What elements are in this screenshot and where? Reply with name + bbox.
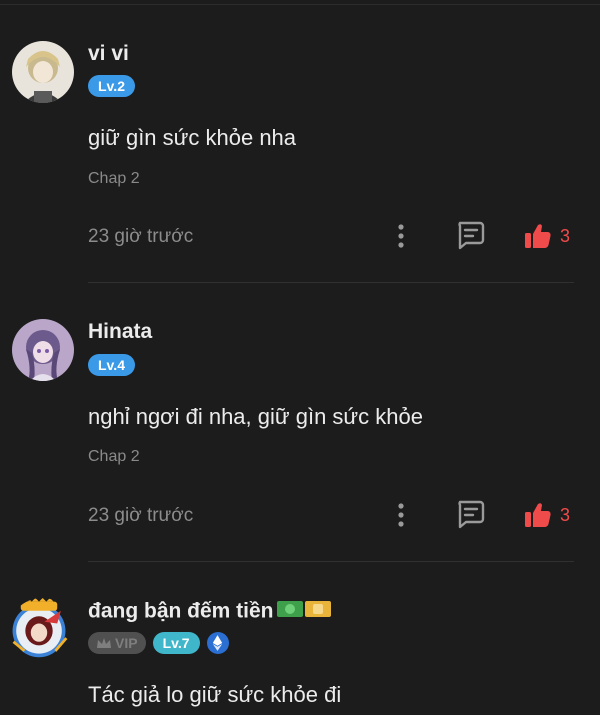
thumbs-up-icon	[525, 224, 551, 248]
chapter-link[interactable]: Chap 2	[88, 448, 140, 466]
badge-row: VIP Lv.7	[88, 632, 229, 654]
avatar[interactable]	[12, 41, 74, 103]
thumbs-up-icon	[525, 503, 551, 527]
username[interactable]: vi vi	[88, 42, 129, 66]
level-badge: Lv.2	[88, 75, 135, 97]
avatar[interactable]	[12, 319, 74, 381]
level-badge: Lv.7	[152, 632, 200, 654]
divider	[88, 282, 574, 283]
comment-text: giữ gìn sức khỏe nha	[88, 125, 297, 150]
timestamp: 23 giờ trước	[88, 226, 194, 247]
divider	[0, 4, 600, 5]
badge-row: Lv.4	[88, 354, 135, 376]
comment-text: Tác giả lo giữ sức khỏe đi	[88, 682, 342, 707]
crown-icon	[97, 638, 111, 648]
comment-list: vi vi Lv.2 giữ gìn sức khỏe nha Chap 2 2…	[0, 0, 600, 715]
username-text: đang bận đếm tiền	[88, 599, 274, 623]
level-badge: Lv.4	[88, 354, 135, 376]
money-emoji-icon	[276, 598, 332, 626]
reply-icon[interactable]	[455, 499, 485, 529]
like-button[interactable]: 3	[524, 501, 570, 529]
comment-text: nghỉ ngơi đi nha, giữ gìn sức khỏe	[88, 404, 423, 429]
more-vertical-icon[interactable]	[390, 502, 412, 528]
chapter-link[interactable]: Chap 2	[88, 170, 140, 188]
divider	[88, 561, 574, 562]
more-vertical-icon[interactable]	[390, 223, 412, 249]
badge-row: Lv.2	[88, 75, 135, 97]
vip-label: VIP	[115, 635, 138, 651]
like-count: 3	[560, 504, 571, 525]
username[interactable]: đang bận đếm tiền	[88, 598, 332, 626]
username[interactable]: Hinata	[88, 320, 152, 344]
avatar[interactable]	[8, 598, 76, 666]
vip-badge: VIP	[88, 632, 146, 654]
like-button[interactable]: 3	[524, 222, 570, 250]
timestamp: 23 giờ trước	[88, 505, 194, 526]
like-count: 3	[560, 225, 571, 246]
ethereum-icon	[206, 632, 229, 654]
reply-icon[interactable]	[455, 220, 485, 250]
